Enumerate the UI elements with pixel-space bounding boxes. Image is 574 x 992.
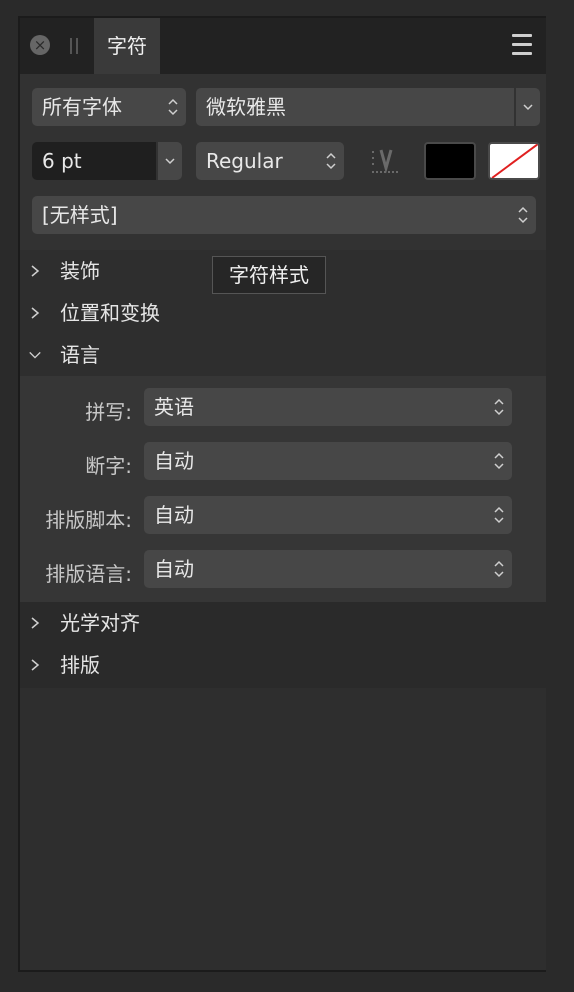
tab-character[interactable]: 字符 [94,18,160,74]
character-panel: × 字符 所有字体 微软雅黑 6 pt Regular [无样式] 装饰 位置和… [18,16,546,972]
updown-chevron-icon [494,505,504,525]
collapsed-sections: 光学对齐 排版 [20,602,546,688]
close-icon[interactable]: × [30,35,50,55]
typography-language-select[interactable]: 自动 [144,550,512,588]
tooltip: 字符样式 [212,256,326,294]
section-typography[interactable]: 排版 [20,644,546,686]
updown-chevron-icon [518,205,528,225]
font-family-input[interactable]: 微软雅黑 [196,88,514,126]
typography-language-value: 自动 [154,557,194,581]
section-optical-alignment[interactable]: 光学对齐 [20,602,546,644]
updown-chevron-icon [168,97,178,117]
panel-titlebar: × 字符 [20,18,546,74]
updown-chevron-icon [494,451,504,471]
typography-script-value: 自动 [154,503,194,527]
font-size-dropdown-button[interactable] [158,142,182,180]
updown-chevron-icon [494,397,504,417]
font-collection-value: 所有字体 [42,95,122,119]
text-style-select[interactable]: [无样式] [32,196,536,234]
updown-chevron-icon [326,151,336,171]
typography-script-label: 排版脚本: [45,508,132,532]
hyphenation-label: 断字: [85,454,132,478]
chevron-down-icon [29,351,41,359]
fill-color-swatch[interactable] [424,142,476,180]
spelling-select[interactable]: 英语 [144,388,512,426]
chevron-down-icon [523,104,533,111]
section-position-transform[interactable]: 位置和变换 [20,292,546,334]
font-style-value: Regular [206,149,283,173]
section-language[interactable]: 语言 [20,334,546,376]
chevron-right-icon [31,307,40,319]
font-style-select[interactable]: Regular [196,142,344,180]
font-size-value: 6 pt [42,149,82,173]
hyphenation-select[interactable]: 自动 [144,442,512,480]
section-label: 语言 [60,343,100,367]
font-family-dropdown-button[interactable] [516,88,540,126]
section-label: 位置和变换 [60,301,160,325]
typography-language-label: 排版语言: [45,562,132,586]
language-settings: 拼写: 英语 断字: 自动 排版脚本: 自动 排版语言: 自动 [20,376,546,602]
chevron-right-icon [31,617,40,629]
spelling-label: 拼写: [85,400,132,424]
hamburger-menu-icon[interactable] [512,34,532,56]
chevron-right-icon [31,265,40,277]
section-label: 排版 [60,653,100,677]
font-collection-select[interactable]: 所有字体 [32,88,186,126]
drag-grip-icon[interactable] [70,38,80,54]
font-size-input[interactable]: 6 pt [32,142,156,180]
stroke-color-swatch[interactable] [488,142,540,180]
updown-chevron-icon [494,559,504,579]
chevron-right-icon [31,659,40,671]
section-label: 光学对齐 [60,611,140,635]
vertical-text-icon[interactable] [368,144,402,178]
spelling-value: 英语 [154,395,194,419]
text-style-value: [无样式] [42,203,118,227]
section-label: 装饰 [60,259,100,283]
chevron-down-icon [165,158,175,165]
hyphenation-value: 自动 [154,449,194,473]
typography-script-select[interactable]: 自动 [144,496,512,534]
no-color-slash-icon [491,144,538,178]
font-family-value: 微软雅黑 [206,95,286,119]
